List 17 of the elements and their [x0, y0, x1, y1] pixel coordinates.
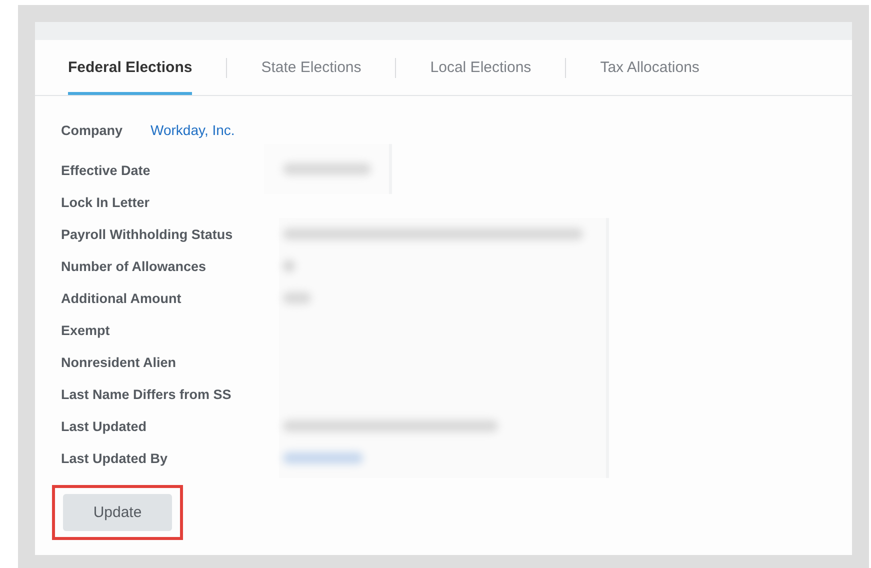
tab[interactable]: Federal Elections: [68, 40, 192, 95]
tab[interactable]: Tax Allocations: [600, 40, 700, 95]
field-label: Payroll Withholding Status: [61, 226, 233, 242]
field-label: Company: [61, 122, 123, 138]
field-label: Last Updated By: [61, 450, 168, 466]
update-button[interactable]: Update: [63, 494, 172, 531]
field-label: Number of Allowances: [61, 258, 206, 274]
field-label: Exempt: [61, 322, 110, 338]
field-label: Additional Amount: [61, 290, 182, 306]
field-label: Nonresident Alien: [61, 354, 176, 370]
field-label: Last Updated: [61, 418, 147, 434]
company-link[interactable]: Workday, Inc.: [150, 122, 235, 138]
tab[interactable]: State Elections: [261, 40, 362, 95]
field-label: Last Name Differs from SS: [61, 386, 232, 402]
tab[interactable]: Local Elections: [430, 40, 532, 95]
field-label: Lock In Letter: [61, 194, 150, 210]
field-label: Effective Date: [61, 162, 150, 178]
